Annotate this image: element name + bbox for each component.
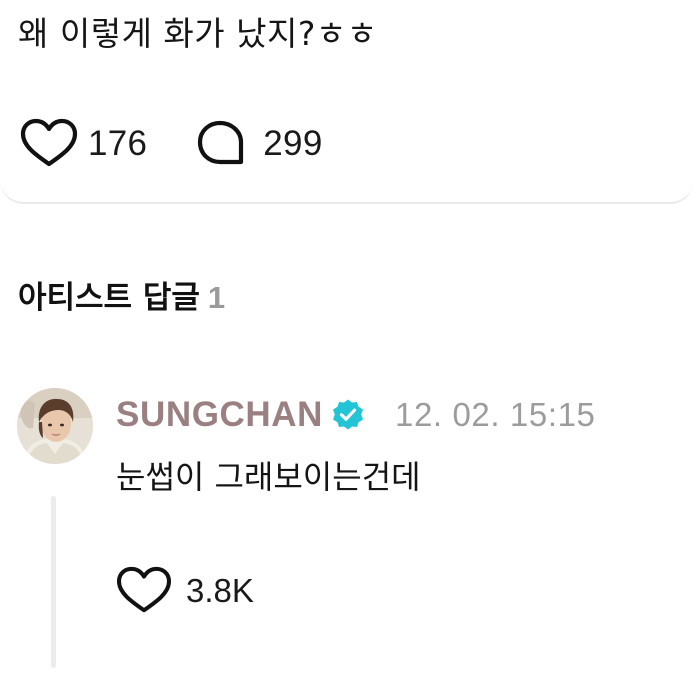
reply-timestamp: 12. 02. 15:15 bbox=[395, 396, 596, 433]
verified-badge-icon bbox=[331, 398, 365, 432]
heart-icon bbox=[20, 118, 78, 170]
post-reaction-row: 176 299 bbox=[20, 118, 323, 170]
comment-count: 299 bbox=[263, 124, 323, 163]
artist-name[interactable]: SUNGCHAN bbox=[116, 395, 323, 435]
reply-like-button[interactable]: 3.8K bbox=[116, 566, 254, 616]
post-card: 왜 이렇게 화가 났지?ㅎㅎ 176 299 bbox=[0, 0, 694, 204]
reply-like-count: 3.8K bbox=[186, 572, 254, 609]
reply-text: 눈썹이 그래보이는건데 bbox=[116, 458, 421, 496]
avatar[interactable] bbox=[17, 388, 93, 464]
speech-bubble-icon bbox=[195, 118, 253, 170]
post-text: 왜 이렇게 화가 났지?ㅎㅎ bbox=[18, 14, 378, 53]
like-count: 176 bbox=[88, 124, 148, 163]
thread-line bbox=[51, 496, 56, 668]
artist-replies-count: 1 bbox=[207, 280, 226, 315]
comment-button[interactable]: 299 bbox=[195, 118, 322, 170]
heart-icon bbox=[116, 566, 172, 616]
artist-replies-header: 아티스트 답글 1 bbox=[18, 276, 225, 320]
fan-post-page: 왜 이렇게 화가 났지?ㅎㅎ 176 299 아티스트 답글 1 SUNGCHA… bbox=[0, 0, 694, 676]
artist-replies-title: 아티스트 답글 bbox=[18, 280, 200, 316]
reply-header: SUNGCHAN 12. 02. 15:15 bbox=[116, 390, 596, 440]
like-button[interactable]: 176 bbox=[20, 118, 147, 170]
